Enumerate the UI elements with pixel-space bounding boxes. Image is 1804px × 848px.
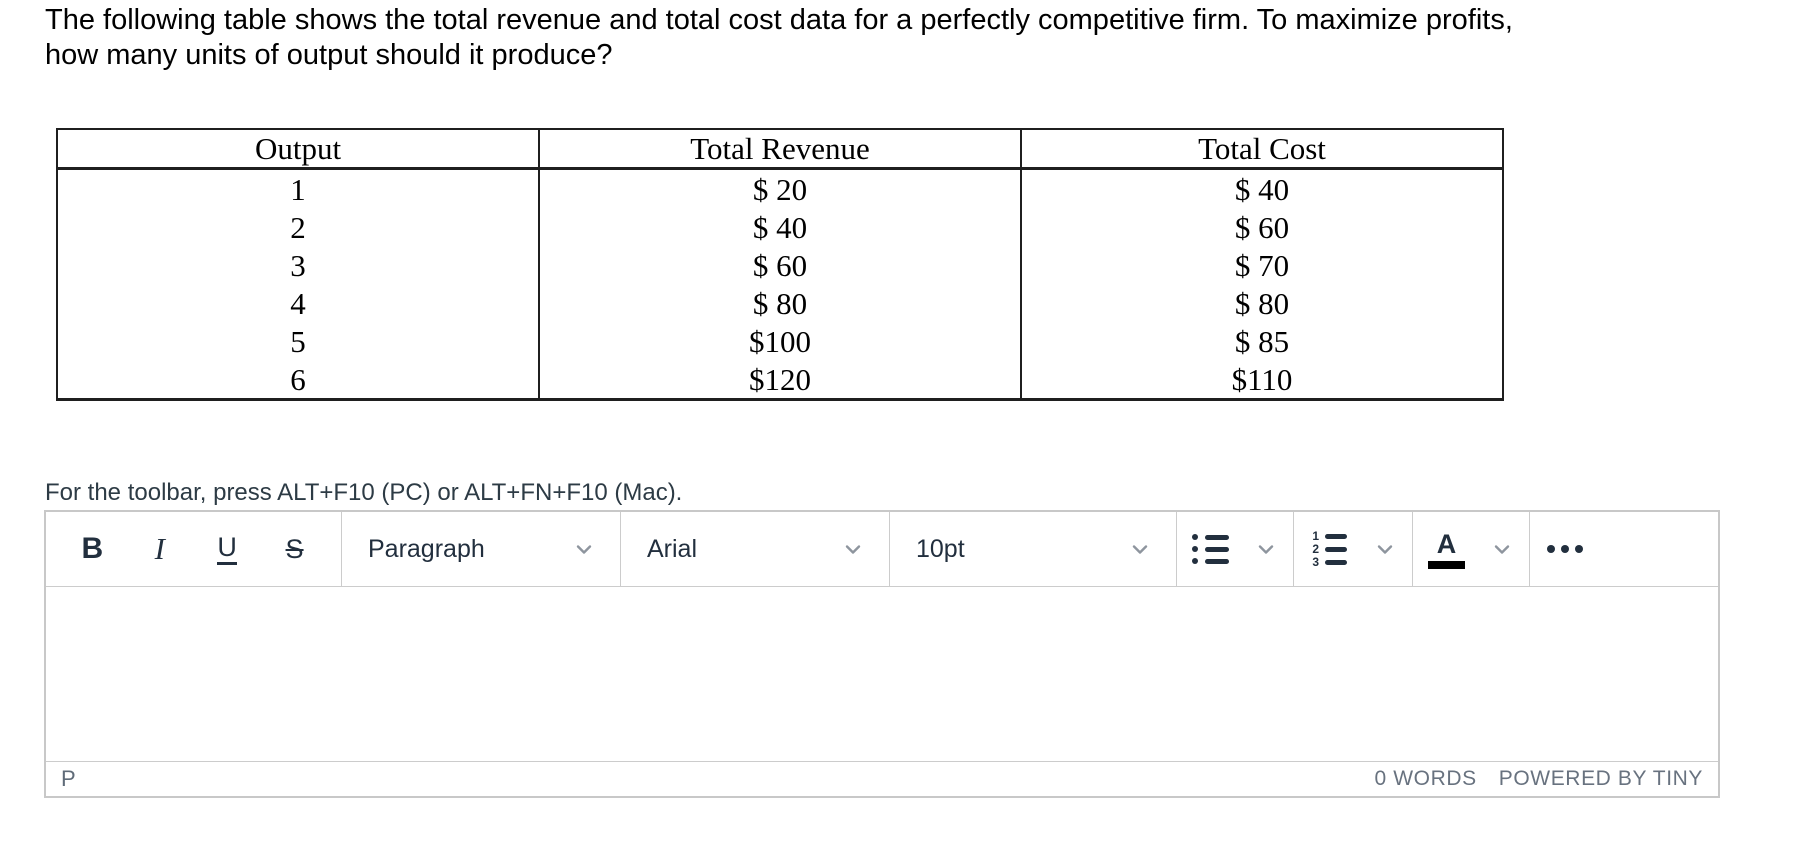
more-options-button[interactable] bbox=[1530, 512, 1718, 586]
table-cell: $ 40 bbox=[1020, 168, 1504, 208]
table-cell: $ 85 bbox=[1020, 322, 1504, 360]
table-header-total-cost: Total Cost bbox=[1020, 128, 1504, 170]
word-count[interactable]: 0 WORDS bbox=[1375, 767, 1477, 791]
chevron-down-icon bbox=[572, 537, 596, 561]
table-row: 1 $ 20 $ 40 bbox=[56, 168, 1504, 208]
table-header-output: Output bbox=[56, 128, 540, 170]
table-cell: 6 bbox=[56, 360, 540, 400]
table-cell: $ 80 bbox=[538, 284, 1022, 322]
table-cell: $ 70 bbox=[1020, 246, 1504, 284]
font-size-label: 10pt bbox=[916, 534, 965, 563]
table-row: 5 $100 $ 85 bbox=[56, 322, 1504, 360]
numbered-list-button[interactable] bbox=[1294, 512, 1413, 586]
chevron-down-icon[interactable] bbox=[1254, 537, 1278, 561]
text-color-icon[interactable]: A bbox=[1428, 530, 1465, 569]
text-color-button[interactable]: A bbox=[1413, 512, 1530, 586]
table-cell: 3 bbox=[56, 246, 540, 284]
text-format-group: B I U S bbox=[46, 512, 342, 586]
chevron-down-icon[interactable] bbox=[1373, 537, 1397, 561]
table-row: 3 $ 60 $ 70 bbox=[56, 246, 1504, 284]
question-line-1: The following table shows the total reve… bbox=[45, 4, 1513, 36]
element-path-item[interactable]: P bbox=[61, 766, 76, 792]
table-cell: 1 bbox=[56, 168, 540, 208]
underline-button[interactable]: U bbox=[200, 521, 254, 577]
table-cell: $ 60 bbox=[538, 246, 1022, 284]
chevron-down-icon bbox=[841, 537, 865, 561]
rich-text-editor: B I U S Paragraph Arial 10pt 1 2 3 A P 0… bbox=[44, 510, 1720, 798]
editor-content[interactable] bbox=[46, 587, 1718, 761]
question-text: The following table shows the total reve… bbox=[45, 3, 1513, 73]
bullet-list-button[interactable] bbox=[1177, 512, 1294, 586]
table-header-total-revenue: Total Revenue bbox=[538, 128, 1022, 170]
more-options-icon bbox=[1547, 545, 1583, 553]
table-row: 4 $ 80 $ 80 bbox=[56, 284, 1504, 322]
branding-link[interactable]: POWERED BY TINY bbox=[1499, 767, 1703, 791]
table-cell: 2 bbox=[56, 208, 540, 246]
table-cell: 5 bbox=[56, 322, 540, 360]
numbered-list-icon bbox=[1309, 532, 1347, 567]
toolbar-hint: For the toolbar, press ALT+F10 (PC) or A… bbox=[45, 479, 683, 506]
table-cell: $ 40 bbox=[538, 208, 1022, 246]
chevron-down-icon[interactable] bbox=[1490, 537, 1514, 561]
paragraph-format-select[interactable]: Paragraph bbox=[342, 512, 621, 586]
table-row: 2 $ 40 $ 60 bbox=[56, 208, 1504, 246]
paragraph-format-label: Paragraph bbox=[368, 534, 485, 563]
table-cell: $120 bbox=[538, 360, 1022, 400]
table-cell: $ 20 bbox=[538, 168, 1022, 208]
editor-statusbar: P 0 WORDS POWERED BY TINY bbox=[46, 761, 1718, 796]
table-cell: $110 bbox=[1020, 360, 1504, 400]
current-color-swatch bbox=[1428, 560, 1465, 569]
bold-button[interactable]: B bbox=[65, 521, 119, 577]
strikethrough-button[interactable]: S bbox=[268, 521, 322, 577]
question-line-2: how many units of output should it produ… bbox=[45, 39, 613, 71]
table-cell: $ 60 bbox=[1020, 208, 1504, 246]
table-row: 6 $120 $110 bbox=[56, 360, 1504, 400]
italic-button[interactable]: I bbox=[133, 521, 187, 577]
font-family-select[interactable]: Arial bbox=[621, 512, 890, 586]
bullet-list-icon bbox=[1192, 534, 1229, 564]
table-header-row: Output Total Revenue Total Cost bbox=[56, 128, 1504, 170]
chevron-down-icon bbox=[1128, 537, 1152, 561]
font-family-label: Arial bbox=[647, 534, 698, 563]
font-size-select[interactable]: 10pt bbox=[890, 512, 1177, 586]
data-table: Output Total Revenue Total Cost 1 $ 20 $… bbox=[56, 128, 1504, 401]
table-cell: 4 bbox=[56, 284, 540, 322]
table-cell: $100 bbox=[538, 322, 1022, 360]
table-cell: $ 80 bbox=[1020, 284, 1504, 322]
editor-toolbar: B I U S Paragraph Arial 10pt 1 2 3 A bbox=[46, 512, 1718, 587]
